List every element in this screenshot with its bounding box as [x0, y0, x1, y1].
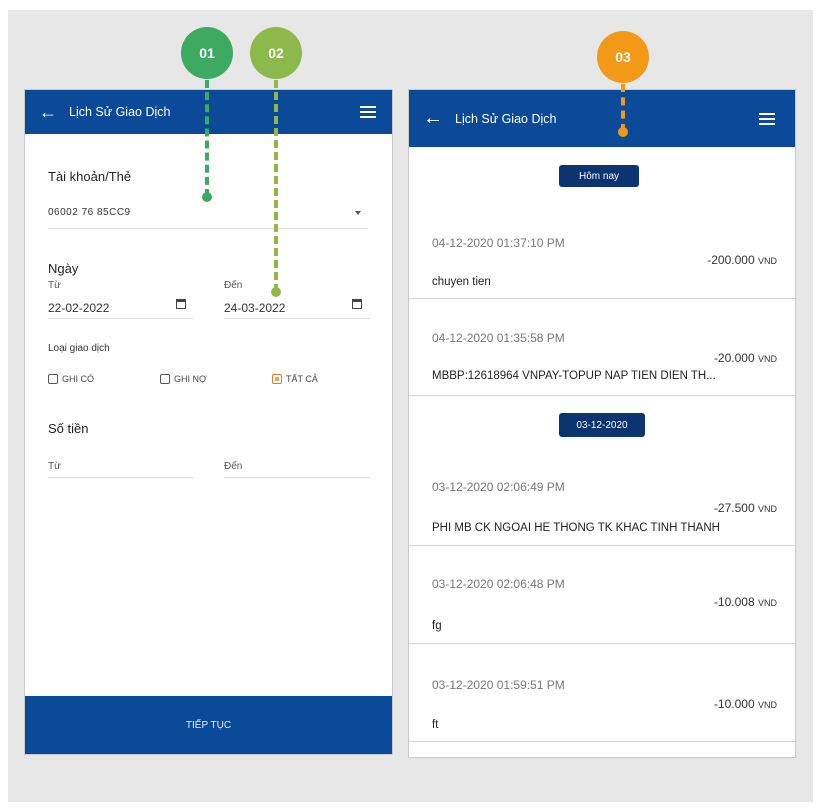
- screen-title: Lịch Sử Giao Dịch: [455, 111, 557, 126]
- callout-marker-02: 02: [250, 27, 302, 79]
- transaction-time: 03-12-2020 01:59:51 PM: [432, 678, 565, 692]
- amount-value: -10.008: [713, 595, 755, 609]
- callout-line-02: [274, 80, 278, 292]
- checkbox-all[interactable]: TẤT CẢ: [272, 374, 318, 384]
- callout-dot-03: [618, 127, 628, 137]
- transaction-type-label: Loại giao dịch: [48, 343, 110, 354]
- menu-icon[interactable]: [759, 112, 775, 125]
- transaction-time: 03-12-2020 02:06:48 PM: [432, 577, 565, 591]
- continue-button[interactable]: TIẾP TỤC: [25, 696, 392, 754]
- checkbox-debit[interactable]: GHI NỢ: [160, 374, 207, 384]
- amount-to-field[interactable]: Đến: [224, 461, 242, 472]
- from-date-underline: [48, 318, 193, 319]
- currency: VND: [757, 598, 777, 608]
- checkbox-box-checked[interactable]: [272, 374, 282, 384]
- checkbox-label: GHI NỢ: [174, 374, 207, 384]
- back-arrow-icon[interactable]: ←: [423, 107, 443, 130]
- transaction-amount: -10.000 VND: [714, 697, 777, 711]
- amount-value: -20.000: [713, 351, 755, 365]
- amount-value: -10.000: [713, 697, 755, 711]
- checkbox-box[interactable]: [48, 374, 58, 384]
- chevron-down-icon[interactable]: [355, 211, 361, 215]
- amount-value: -27.500: [713, 501, 755, 515]
- callout-line-01: [205, 80, 209, 197]
- transaction-row[interactable]: 04-12-2020 01:35:58 PM -20.000 VND MBBP:…: [409, 299, 795, 396]
- from-date-field[interactable]: 22-02-2022: [48, 301, 109, 315]
- transaction-amount: -27.500 VND: [714, 501, 777, 515]
- currency: VND: [757, 700, 777, 710]
- amount-to-underline: [224, 477, 370, 478]
- callout-marker-01: 01: [181, 27, 233, 79]
- amount-from-field[interactable]: Từ: [48, 461, 61, 472]
- to-date-underline: [224, 318, 370, 319]
- history-screen: ← Lịch Sử Giao Dịch Hôm nay 04-12-2020 0…: [408, 89, 796, 758]
- checkbox-label: GHI CÓ: [62, 374, 95, 384]
- transaction-row[interactable]: 03-12-2020 02:06:48 PM -10.008 VND fg: [409, 546, 795, 644]
- checkbox-credit[interactable]: GHI CÓ: [48, 374, 94, 384]
- transaction-row[interactable]: 03-12-2020 01:59:51 PM -10.000 VND ft: [409, 644, 795, 742]
- amount-from-underline: [48, 477, 193, 478]
- back-arrow-icon[interactable]: ←: [39, 102, 57, 123]
- callout-dot-01: [202, 192, 212, 202]
- transaction-amount: -200.000 VND: [707, 253, 777, 267]
- calendar-icon[interactable]: [352, 299, 362, 309]
- menu-icon[interactable]: [360, 106, 376, 118]
- transaction-description: fg: [432, 620, 442, 632]
- transaction-description: MBBP:12618964 VNPAY-TOPUP NAP TIEN DIEN …: [432, 370, 716, 382]
- account-underline: [48, 228, 368, 229]
- currency: VND: [757, 504, 777, 514]
- checkbox-label: TẤT CẢ: [286, 374, 318, 384]
- callout-line-03: [621, 84, 625, 132]
- checkbox-box[interactable]: [160, 374, 170, 384]
- amount-value: -200.000: [707, 253, 755, 267]
- date-section-label: Ngày: [48, 261, 79, 276]
- to-date-field[interactable]: 24-03-2022: [224, 301, 285, 315]
- transaction-amount: -20.000 VND: [714, 351, 777, 365]
- currency: VND: [757, 256, 777, 266]
- transaction-description: ft: [432, 719, 439, 731]
- transaction-time: 04-12-2020 01:37:10 PM: [432, 236, 565, 250]
- callout-marker-03: 03: [597, 31, 649, 83]
- account-label: Tài khoản/Thẻ: [48, 169, 132, 184]
- calendar-icon[interactable]: [176, 299, 186, 309]
- transaction-row[interactable]: 04-12-2020 01:37:10 PM -200.000 VND chuy…: [409, 207, 795, 299]
- transaction-amount: -10.008 VND: [714, 595, 777, 609]
- from-date-label: Từ: [48, 280, 61, 291]
- to-date-label: Đến: [224, 280, 243, 291]
- date-group-chip: Hôm nay: [559, 165, 639, 187]
- currency: VND: [757, 354, 777, 364]
- screen-title: Lịch Sử Giao Dịch: [69, 105, 171, 119]
- callout-dot-02: [271, 287, 281, 297]
- history-app-bar: ← Lịch Sử Giao Dịch: [409, 90, 795, 147]
- transaction-time: 03-12-2020 02:06:49 PM: [432, 480, 565, 494]
- date-group-chip: 03-12-2020: [559, 413, 645, 437]
- transaction-row[interactable]: 03-12-2020 02:06:49 PM -27.500 VND PHI M…: [409, 447, 795, 546]
- transaction-time: 04-12-2020 01:35:58 PM: [432, 331, 565, 345]
- account-select[interactable]: 06002 76 85CC9: [48, 207, 131, 218]
- transaction-description: PHI MB CK NGOAI HE THONG TK KHAC TINH TH…: [432, 522, 720, 534]
- transaction-description: chuyen tien: [432, 276, 491, 288]
- amount-section-label: Số tiền: [48, 421, 89, 436]
